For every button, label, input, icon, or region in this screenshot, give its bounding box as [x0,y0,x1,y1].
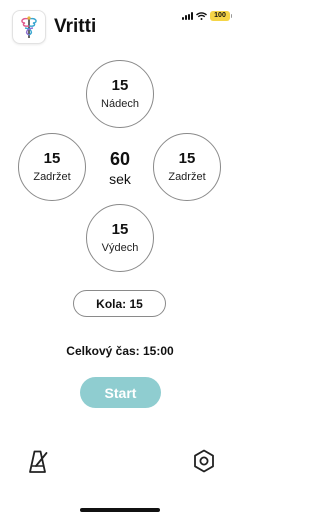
app-logo [12,10,46,44]
app-title: Vritti [54,16,97,37]
home-indicator [80,508,160,512]
wifi-icon [196,12,207,20]
hold-right-value: 15 [178,150,196,167]
inhale-circle[interactable]: 15 Nádech [86,60,154,128]
caduceus-icon [21,16,37,38]
settings-icon[interactable] [190,447,218,475]
exhale-circle[interactable]: 15 Výdech [86,204,154,272]
start-button[interactable]: Start [80,377,161,408]
exhale-value: 15 [111,221,129,238]
signal-icon [182,12,193,20]
exhale-label: Výdech [101,242,139,254]
battery-icon: 100 [210,11,232,21]
metronome-icon[interactable] [24,447,52,475]
inhale-label: Nádech [101,98,139,110]
status-icons: 100 [182,11,232,21]
hold-right-circle[interactable]: 15 Zadržet [153,133,221,201]
app-header: Vritti [12,10,96,44]
rounds-button[interactable]: Kola: 15 [73,290,166,317]
hold-right-label: Zadržet [168,171,206,183]
inhale-value: 15 [111,77,129,94]
total-time: Celkový čas: 15:00 [66,344,174,358]
